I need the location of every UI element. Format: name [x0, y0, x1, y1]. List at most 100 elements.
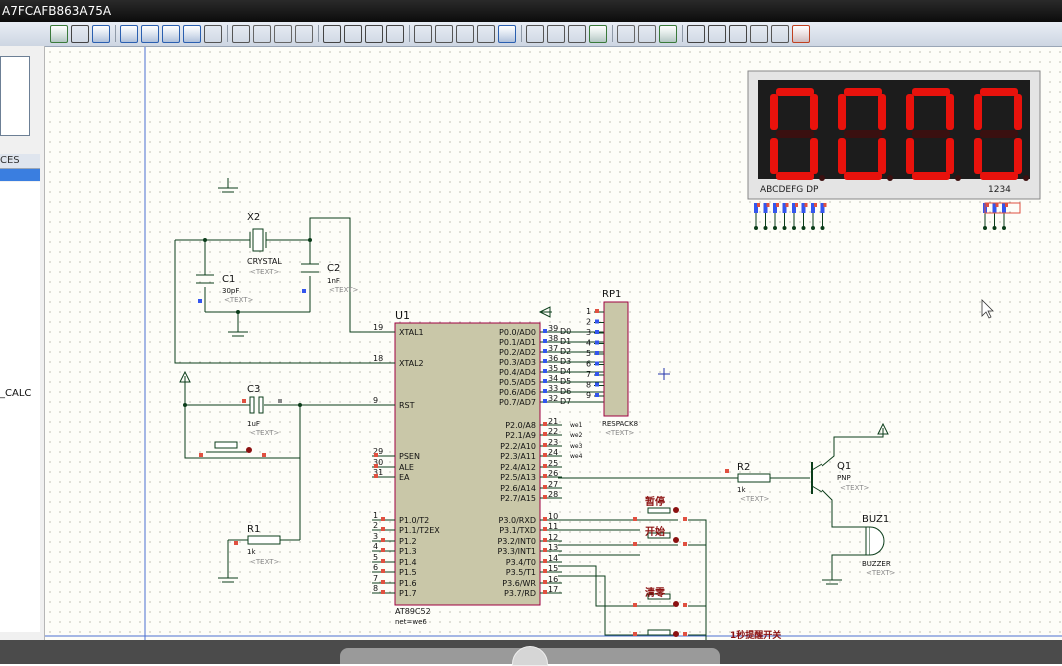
toolbar-tool-icon[interactable]: [792, 25, 810, 43]
transistor-q1[interactable]: Q1 PNP <TEXT>: [811, 461, 870, 494]
pause-label: 暂停: [645, 495, 665, 508]
device-item[interactable]: _CALC: [0, 388, 31, 399]
u1-ref: U1: [395, 309, 410, 322]
toolbar-tool-icon[interactable]: [435, 25, 453, 43]
pin-name: P2.0/A8: [505, 421, 536, 430]
r1-text: <TEXT>: [250, 558, 280, 566]
toolbar-tool-icon[interactable]: [750, 25, 768, 43]
display-pin-state: [776, 203, 779, 207]
pause-button[interactable]: 暂停: [633, 495, 687, 521]
c1-text: <TEXT>: [224, 296, 254, 304]
toolbar-tool-icon[interactable]: [295, 25, 313, 43]
toolbar-tool-icon[interactable]: [547, 25, 565, 43]
capacitor-c3[interactable]: C3 1uF <TEXT>: [242, 384, 282, 437]
pin-number: 24: [548, 448, 558, 457]
display-pin-state: [823, 203, 827, 207]
pin-state: [543, 474, 547, 478]
pin-number: 19: [373, 323, 383, 332]
pin-number: 9: [373, 396, 378, 405]
display-segment: [844, 130, 882, 138]
toolbar-separator: [409, 25, 410, 42]
pin-number: 21: [548, 417, 558, 426]
display-segment: [980, 130, 1018, 138]
toolbar-tool-icon[interactable]: [589, 25, 607, 43]
devices-selected-row[interactable]: [0, 169, 40, 181]
pin-state: [543, 495, 547, 499]
toolbar-tool-icon[interactable]: [526, 25, 544, 43]
toolbar-tool-icon[interactable]: [498, 25, 516, 43]
toolbar-tool-icon[interactable]: [50, 25, 68, 43]
pin-state: [381, 590, 385, 594]
toolbar-tool-icon[interactable]: [274, 25, 292, 43]
pin-state: [543, 559, 547, 563]
toolbar-tool-icon[interactable]: [253, 25, 271, 43]
pin-number: 6: [586, 360, 591, 369]
pin-state: [595, 361, 599, 366]
toolbar-tool-icon[interactable]: [323, 25, 341, 43]
pin-number: 1: [373, 511, 378, 520]
resistor-pack-rp1[interactable]: RP1 RESPACK8 <TEXT> 123456789: [538, 289, 638, 437]
devices-list[interactable]: [0, 182, 40, 632]
clear-button[interactable]: 清零: [633, 586, 687, 607]
crosshair-icon: [658, 368, 670, 380]
toolbar-tool-icon[interactable]: [477, 25, 495, 43]
toolbar-tool-icon[interactable]: [183, 25, 201, 43]
toolbar-tool-icon[interactable]: [414, 25, 432, 43]
toolbar-tool-icon[interactable]: [386, 25, 404, 43]
toolbar-tool-icon[interactable]: [92, 25, 110, 43]
reset-button[interactable]: [199, 441, 266, 457]
buzzer-buz1[interactable]: BUZ1 BUZZER <TEXT>: [862, 514, 896, 577]
toolbar-tool-icon[interactable]: [344, 25, 362, 43]
toolbar-tool-icon[interactable]: [708, 25, 726, 43]
display-segment: [770, 94, 778, 130]
pin-number: 23: [548, 438, 558, 447]
start-button[interactable]: 开始: [633, 525, 687, 546]
toolbar-tool-icon[interactable]: [456, 25, 474, 43]
toolbar-tool-icon[interactable]: [687, 25, 705, 43]
toolbar-tool-icon[interactable]: [771, 25, 789, 43]
pin-number: 5: [373, 553, 378, 562]
junction-dot: [773, 226, 777, 230]
rp1-pin: 6: [586, 360, 604, 369]
junction-dot: [992, 226, 997, 230]
toolbar-tool-icon[interactable]: [617, 25, 635, 43]
pin-state: [543, 329, 547, 333]
toolbar-tool-icon[interactable]: [568, 25, 586, 43]
resistor-r1[interactable]: R1 1k <TEXT>: [234, 524, 281, 566]
pin-name: P0.2/AD2: [499, 348, 536, 357]
overview-preview[interactable]: [0, 56, 30, 136]
pin-number: 22: [548, 427, 558, 436]
toolbar-tool-icon[interactable]: [71, 25, 89, 43]
pin-state: [543, 349, 547, 353]
c2-value: 1nF: [327, 277, 340, 285]
toolbar-tool-icon[interactable]: [204, 25, 222, 43]
pin-state: [543, 464, 547, 468]
schematic-canvas[interactable]: ABCDEFG DP 1234 X2 CRYSTAL <TEXT> C1 30p…: [45, 47, 1062, 640]
pin-number: 8: [373, 584, 378, 593]
pin-number: 38: [548, 334, 558, 343]
toolbar-separator: [115, 25, 116, 42]
toolbar-tool-icon[interactable]: [638, 25, 656, 43]
pin-state: [381, 569, 385, 573]
u1-net: net=we6: [395, 618, 427, 626]
toolbar-tool-icon[interactable]: [120, 25, 138, 43]
pin-name: P2.4/A12: [500, 463, 536, 472]
crystal-x2[interactable]: X2 CRYSTAL <TEXT>: [247, 212, 282, 276]
microcontroller-u1[interactable]: U1 AT89C52 net=we6 19XTAL118XTAL29RST29P…: [175, 309, 604, 626]
seven-segment-display[interactable]: ABCDEFG DP 1234: [747, 70, 1041, 230]
toolbar-tool-icon[interactable]: [365, 25, 383, 43]
display-dp: [1023, 175, 1029, 181]
rp1-pin: 7: [586, 370, 604, 379]
junction-dot: [203, 238, 207, 242]
pin-number: 25: [548, 459, 558, 468]
resistor-r2[interactable]: R2 1k <TEXT>: [725, 462, 771, 503]
alarm-switch[interactable]: 1秒提醒开关: [633, 629, 781, 640]
pin-state: [543, 399, 547, 403]
toolbar-tool-icon[interactable]: [232, 25, 250, 43]
toolbar-tool-icon[interactable]: [729, 25, 747, 43]
toolbar-tool-icon[interactable]: [162, 25, 180, 43]
toolbar-tool-icon[interactable]: [659, 25, 677, 43]
pin-number: 26: [548, 469, 558, 478]
toolbar-tool-icon[interactable]: [141, 25, 159, 43]
display-digit-label: 1234: [988, 185, 1011, 195]
